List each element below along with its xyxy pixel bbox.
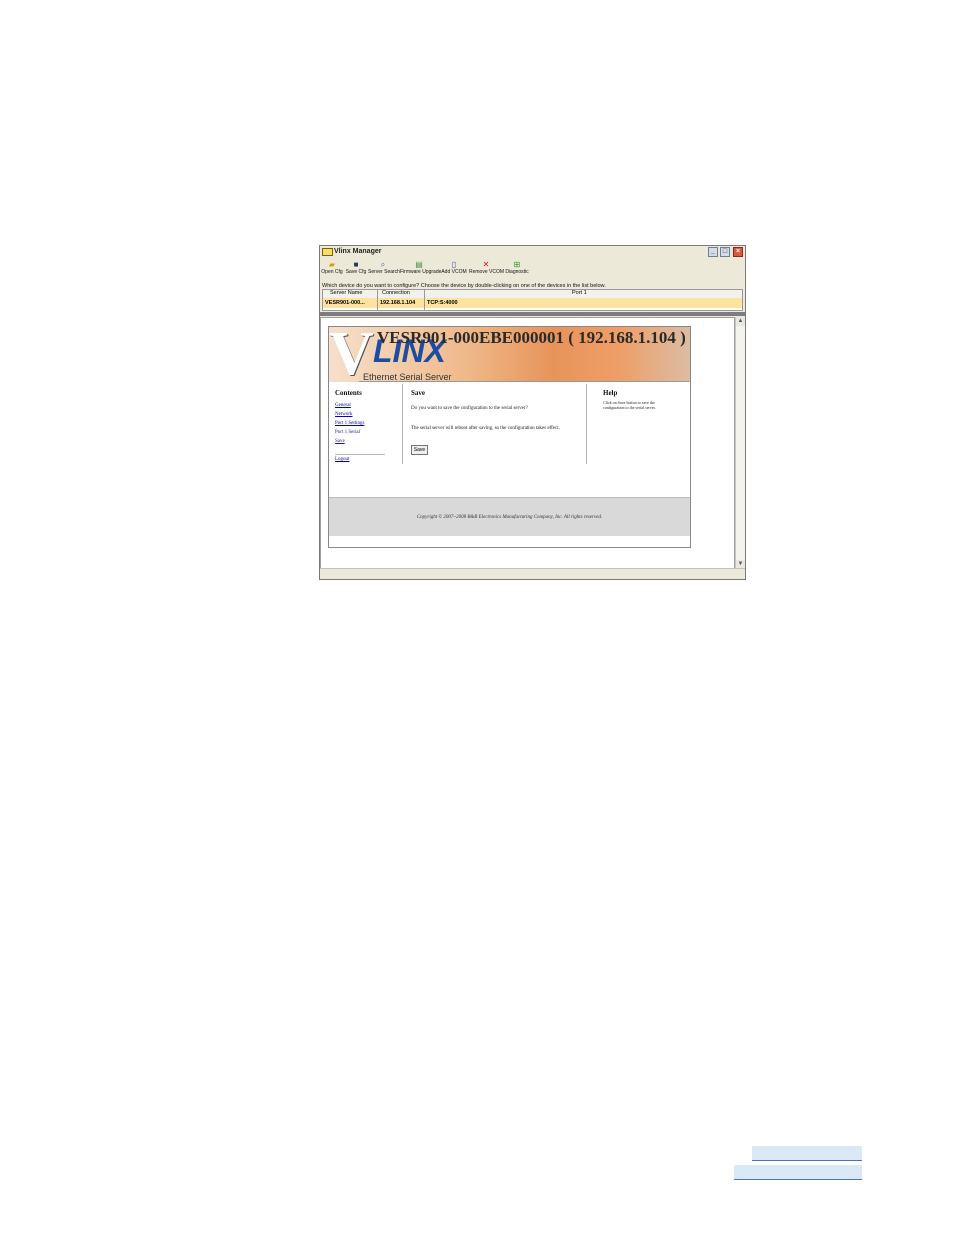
diagnostic-button[interactable]: ⊞ Diagnostic [505, 259, 529, 281]
save-button[interactable]: Save [411, 445, 428, 455]
help-heading: Help [603, 389, 618, 397]
nav-network-link[interactable]: Network [335, 412, 353, 417]
open-cfg-label: Open Cfg [321, 269, 343, 275]
vertical-scrollbar[interactable]: ▲ ▼ [735, 317, 745, 569]
save-cfg-button[interactable]: ■ Save Cfg [345, 259, 367, 281]
scroll-up-button[interactable]: ▲ [736, 317, 745, 326]
diagnostic-icon: ⊞ [513, 260, 521, 269]
server-search-button[interactable]: ⌕ Server Search [368, 259, 400, 281]
floppy-icon: ■ [353, 260, 359, 269]
add-vcom-label: Add VCOM [441, 269, 467, 275]
column-header-server-name[interactable]: Server Name [330, 290, 362, 296]
help-text-line2: configuration to the serial server. [603, 405, 656, 410]
minimize-button[interactable]: _ [708, 247, 718, 257]
remove-vcom-button[interactable]: ✕ Remove VCOM [469, 259, 505, 281]
app-icon [322, 248, 333, 256]
nav-divider [335, 454, 385, 455]
window-title: Vlinx Manager [334, 248, 382, 255]
device-title: VESR901-000EBE000001 ( 192.168.1.104 ) [377, 328, 686, 347]
web-config-page: V LINX VESR901-000EBE000001 ( 192.168.1.… [328, 326, 691, 548]
open-cfg-button[interactable]: ▰ Open Cfg [321, 259, 343, 281]
cell-server-name: VESR901-000... [325, 300, 365, 306]
device-row[interactable]: VESR901-000... 192.168.1.104 TCP:S:4000 [323, 298, 742, 308]
firmware-upgrade-label: Firmware Upgrade [400, 269, 442, 275]
save-note: The serial server will reboot after savi… [411, 426, 560, 431]
cell-connection: 192.168.1.104 [380, 300, 416, 306]
nav-logout-link[interactable]: Logout [335, 457, 349, 462]
column-divider [586, 384, 587, 464]
maximize-button[interactable]: □ [720, 247, 730, 257]
save-cfg-label: Save Cfg [345, 269, 367, 275]
column-header-port1[interactable]: Port 1 [572, 290, 587, 296]
cell-port1: TCP:S:4000 [427, 300, 458, 306]
chip-icon: ▤ [415, 260, 423, 269]
folder-icon: ▰ [328, 260, 336, 269]
remove-vcom-label: Remove VCOM [469, 269, 505, 275]
red-x-icon: ✕ [482, 260, 490, 269]
close-button[interactable]: × [733, 247, 743, 257]
column-divider [424, 290, 425, 310]
copyright-text: Copyright © 2007~2008 B&B Electronics Ma… [416, 515, 603, 520]
nav-port1-settings-link[interactable]: Port 1 Settings [335, 421, 364, 426]
toolbar: ▰ Open Cfg ■ Save Cfg ⌕ Server Search ▤ … [320, 259, 745, 281]
nav-save-link[interactable]: Save [335, 439, 345, 444]
save-question: Do you want to save the configuration to… [411, 406, 528, 411]
column-divider [377, 290, 378, 310]
browser-pane: V LINX VESR901-000EBE000001 ( 192.168.1.… [320, 317, 735, 569]
save-heading: Save [411, 389, 425, 397]
firmware-upgrade-button[interactable]: ▤ Firmware Upgrade [400, 259, 442, 281]
document-icon: ▯ [451, 260, 457, 269]
vlinx-banner: V LINX VESR901-000EBE000001 ( 192.168.1.… [329, 327, 690, 382]
page-link-box-2[interactable] [734, 1165, 862, 1180]
status-bar [320, 568, 745, 579]
page-footer: Copyright © 2007~2008 B&B Electronics Ma… [329, 497, 690, 536]
page-link-box-1[interactable] [752, 1146, 862, 1161]
contents-heading: Contents [335, 389, 362, 397]
nav-port1-serial-link[interactable]: Port 1 Serial [335, 430, 360, 435]
device-list: Server Name Connection Port 1 VESR901-00… [322, 289, 743, 311]
column-header-connection[interactable]: Connection [382, 290, 410, 296]
server-search-label: Server Search [368, 269, 400, 275]
title-bar[interactable]: Vlinx Manager _ □ × [320, 246, 745, 259]
nav-general-link[interactable]: General [335, 403, 351, 408]
add-vcom-button[interactable]: ▯ Add VCOM [441, 259, 467, 281]
vlinx-manager-window: Vlinx Manager _ □ × ▰ Open Cfg ■ Save Cf… [319, 245, 746, 580]
diagnostic-label: Diagnostic [505, 269, 529, 275]
splitter[interactable] [320, 312, 745, 316]
banner-divider [359, 381, 689, 382]
column-divider [402, 384, 403, 464]
magnifier-icon: ⌕ [380, 260, 386, 269]
